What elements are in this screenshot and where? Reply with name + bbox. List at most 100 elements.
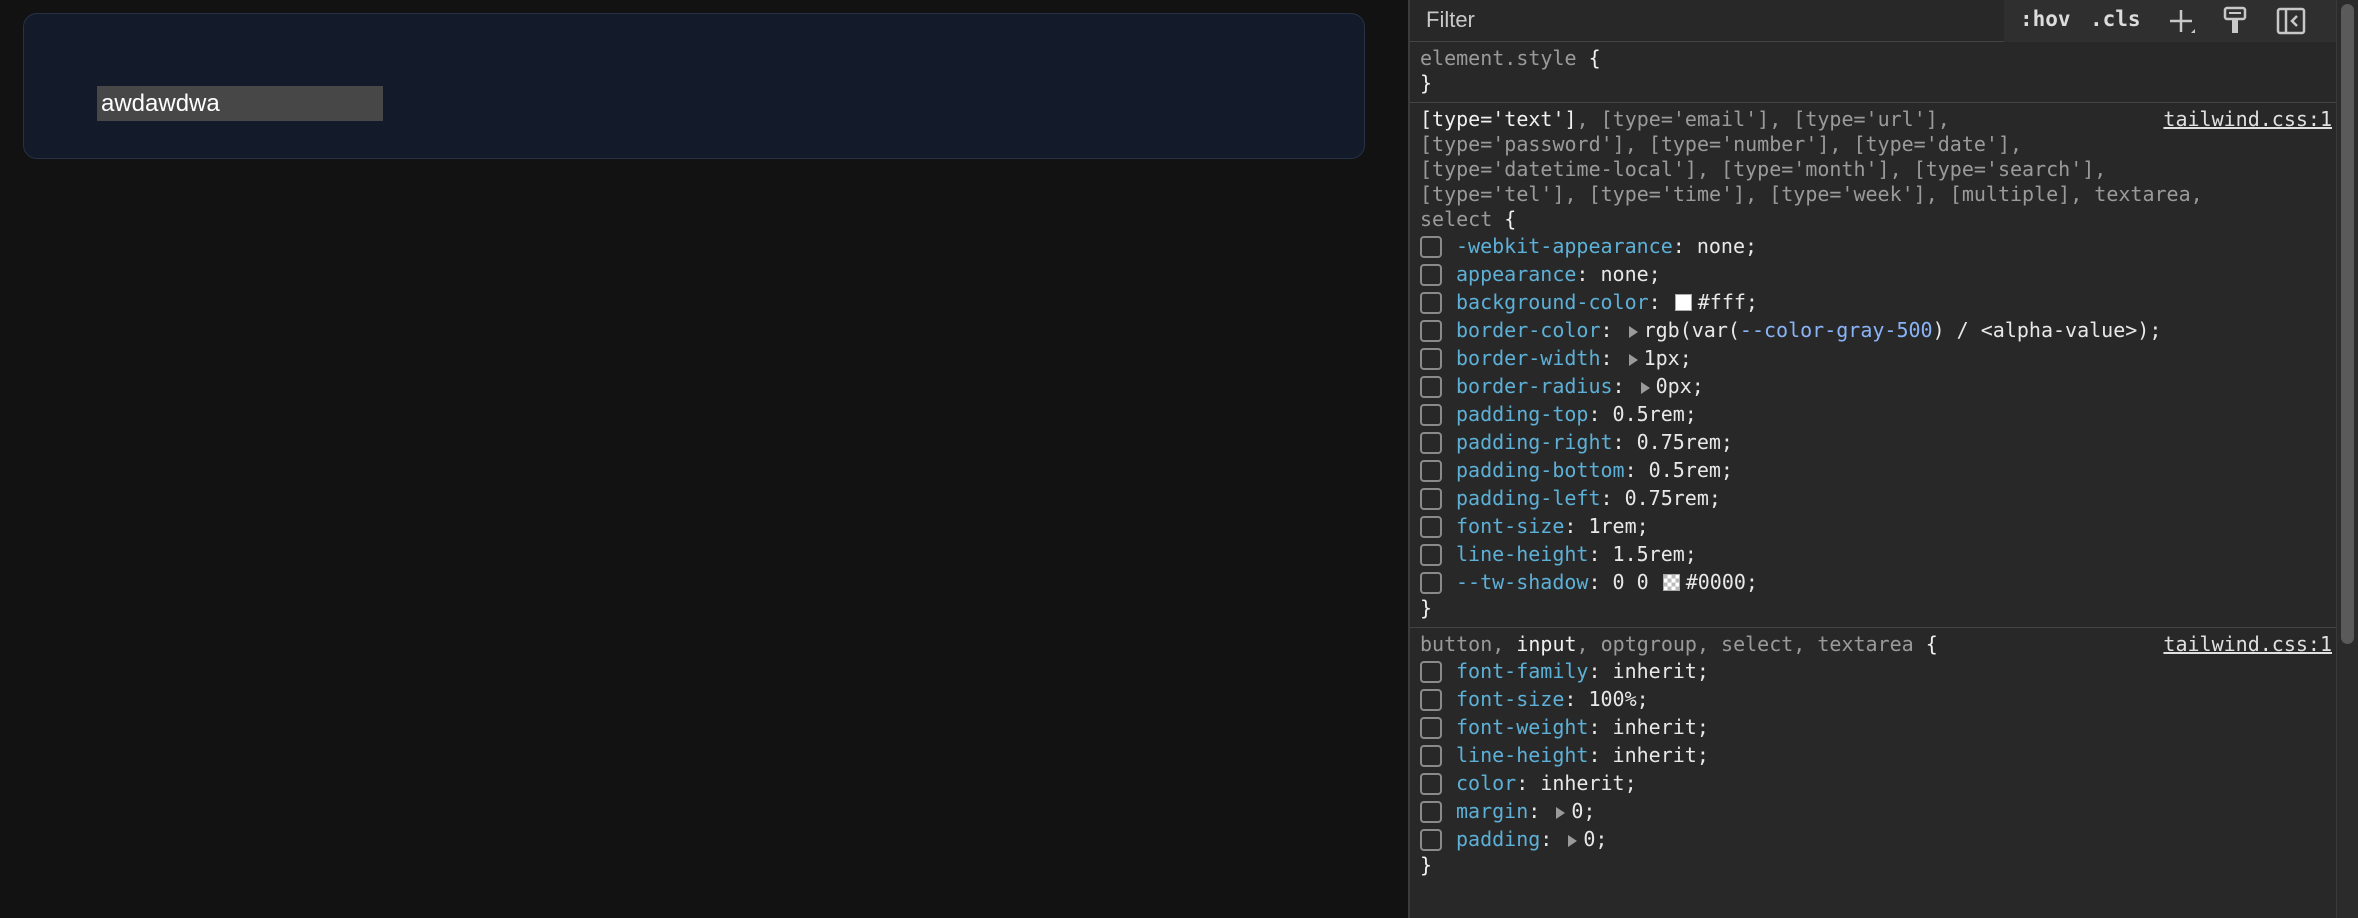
property-name[interactable]: border-radius: [1456, 374, 1613, 398]
declaration-checkbox[interactable]: [1420, 292, 1442, 314]
rule-selector[interactable]: tailwind.css:1 [type='text'], [type='ema…: [1420, 107, 2336, 232]
css-declaration[interactable]: --tw-shadow: 0 0 #0000;: [1420, 568, 2336, 596]
css-declaration[interactable]: font-family: inherit;: [1420, 657, 2336, 685]
declaration-checkbox[interactable]: [1420, 745, 1442, 767]
css-declaration[interactable]: padding-bottom: 0.5rem;: [1420, 456, 2336, 484]
property-name[interactable]: padding-bottom: [1456, 458, 1625, 482]
property-name[interactable]: font-size: [1456, 687, 1564, 711]
property-value[interactable]: 0.5rem;: [1613, 402, 1697, 426]
declaration-text[interactable]: -webkit-appearance: none;: [1456, 232, 1757, 260]
text-input[interactable]: [97, 86, 383, 121]
property-name[interactable]: line-height: [1456, 743, 1588, 767]
property-value[interactable]: 1px;: [1644, 346, 1692, 370]
property-value[interactable]: inherit;: [1613, 715, 1709, 739]
css-declaration[interactable]: border-radius: 0px;: [1420, 372, 2336, 400]
styles-scrollbar[interactable]: [2336, 0, 2358, 918]
css-declaration[interactable]: appearance: none;: [1420, 260, 2336, 288]
css-declaration[interactable]: font-size: 1rem;: [1420, 512, 2336, 540]
declaration-text[interactable]: line-height: 1.5rem;: [1456, 540, 1697, 568]
css-declaration[interactable]: font-size: 100%;: [1420, 685, 2336, 713]
hov-button[interactable]: :hov: [2020, 0, 2071, 40]
declaration-text[interactable]: font-family: inherit;: [1456, 657, 1709, 685]
property-value[interactable]: 0;: [1571, 799, 1595, 823]
property-name[interactable]: padding: [1456, 827, 1540, 851]
property-name[interactable]: color: [1456, 771, 1516, 795]
declaration-checkbox[interactable]: [1420, 404, 1442, 426]
declaration-text[interactable]: border-color: rgb(var(--color-gray-500) …: [1456, 316, 2161, 344]
declaration-text[interactable]: padding-top: 0.5rem;: [1456, 400, 1697, 428]
expand-arrow-icon[interactable]: [1568, 834, 1578, 847]
property-value[interactable]: rgb(var(: [1644, 318, 1740, 342]
property-name[interactable]: padding-right: [1456, 430, 1613, 454]
property-name[interactable]: appearance: [1456, 262, 1576, 286]
css-variable[interactable]: --color-gray-500: [1740, 318, 1933, 342]
css-declaration[interactable]: padding-right: 0.75rem;: [1420, 428, 2336, 456]
property-name[interactable]: border-color: [1456, 318, 1601, 342]
declaration-checkbox[interactable]: [1420, 516, 1442, 538]
declaration-checkbox[interactable]: [1420, 320, 1442, 342]
declaration-checkbox[interactable]: [1420, 488, 1442, 510]
property-value[interactable]: ) / <alpha-value>);: [1933, 318, 2162, 342]
scrollbar-thumb[interactable]: [2341, 4, 2354, 644]
declaration-text[interactable]: border-radius: 0px;: [1456, 372, 1704, 400]
declaration-text[interactable]: padding-left: 0.75rem;: [1456, 484, 1721, 512]
property-name[interactable]: padding-left: [1456, 486, 1601, 510]
declaration-checkbox[interactable]: [1420, 717, 1442, 739]
declaration-text[interactable]: border-width: 1px;: [1456, 344, 1692, 372]
declaration-checkbox[interactable]: [1420, 689, 1442, 711]
color-swatch[interactable]: [1662, 574, 1680, 591]
expand-arrow-icon[interactable]: [1628, 325, 1638, 338]
source-link[interactable]: tailwind.css:1: [2163, 107, 2332, 132]
property-value[interactable]: 0.5rem;: [1649, 458, 1733, 482]
color-swatch[interactable]: [1674, 294, 1692, 311]
rule-selector[interactable]: tailwind.css:1 button, input, optgroup, …: [1420, 632, 2336, 657]
css-declaration[interactable]: border-color: rgb(var(--color-gray-500) …: [1420, 316, 2336, 344]
property-value[interactable]: 0 0: [1613, 570, 1661, 594]
property-name[interactable]: font-family: [1456, 659, 1588, 683]
declaration-text[interactable]: font-weight: inherit;: [1456, 713, 1709, 741]
declaration-text[interactable]: margin: 0;: [1456, 797, 1595, 825]
property-value[interactable]: none;: [1601, 262, 1661, 286]
declaration-text[interactable]: padding-right: 0.75rem;: [1456, 428, 1733, 456]
property-value[interactable]: inherit;: [1613, 743, 1709, 767]
declaration-checkbox[interactable]: [1420, 376, 1442, 398]
property-value[interactable]: #0000;: [1686, 570, 1758, 594]
declaration-text[interactable]: font-size: 1rem;: [1456, 512, 1649, 540]
property-value[interactable]: none;: [1697, 234, 1757, 258]
property-name[interactable]: background-color: [1456, 290, 1649, 314]
declaration-text[interactable]: appearance: none;: [1456, 260, 1661, 288]
rule-selector[interactable]: element.style: [1420, 46, 1577, 70]
declaration-text[interactable]: line-height: inherit;: [1456, 741, 1709, 769]
declaration-text[interactable]: padding-bottom: 0.5rem;: [1456, 456, 1733, 484]
declaration-text[interactable]: --tw-shadow: 0 0 #0000;: [1456, 568, 1758, 596]
declaration-checkbox[interactable]: [1420, 801, 1442, 823]
property-name[interactable]: border-width: [1456, 346, 1601, 370]
declaration-checkbox[interactable]: [1420, 264, 1442, 286]
declaration-checkbox[interactable]: [1420, 460, 1442, 482]
property-name[interactable]: font-size: [1456, 514, 1564, 538]
property-value[interactable]: 0.75rem;: [1637, 430, 1733, 454]
declaration-checkbox[interactable]: [1420, 572, 1442, 594]
property-value[interactable]: 1rem;: [1588, 514, 1648, 538]
property-value[interactable]: 100%;: [1588, 687, 1648, 711]
css-declaration[interactable]: padding-left: 0.75rem;: [1420, 484, 2336, 512]
property-name[interactable]: line-height: [1456, 542, 1588, 566]
cls-button[interactable]: .cls: [2090, 0, 2141, 40]
css-declaration[interactable]: padding: 0;: [1420, 825, 2336, 853]
expand-arrow-icon[interactable]: [1640, 381, 1650, 394]
property-name[interactable]: margin: [1456, 799, 1528, 823]
property-name[interactable]: padding-top: [1456, 402, 1588, 426]
declaration-checkbox[interactable]: [1420, 544, 1442, 566]
expand-arrow-icon[interactable]: [1556, 806, 1566, 819]
css-declaration[interactable]: -webkit-appearance: none;: [1420, 232, 2336, 260]
declaration-text[interactable]: padding: 0;: [1456, 825, 1607, 853]
property-name[interactable]: --tw-shadow: [1456, 570, 1588, 594]
declaration-text[interactable]: font-size: 100%;: [1456, 685, 1649, 713]
expand-arrow-icon[interactable]: [1628, 353, 1638, 366]
property-value[interactable]: 0.75rem;: [1625, 486, 1721, 510]
property-value[interactable]: 1.5rem;: [1613, 542, 1697, 566]
property-value[interactable]: #fff;: [1698, 290, 1758, 314]
declaration-text[interactable]: color: inherit;: [1456, 769, 1637, 797]
css-declaration[interactable]: color: inherit;: [1420, 769, 2336, 797]
filter-input[interactable]: [1416, 2, 2006, 38]
